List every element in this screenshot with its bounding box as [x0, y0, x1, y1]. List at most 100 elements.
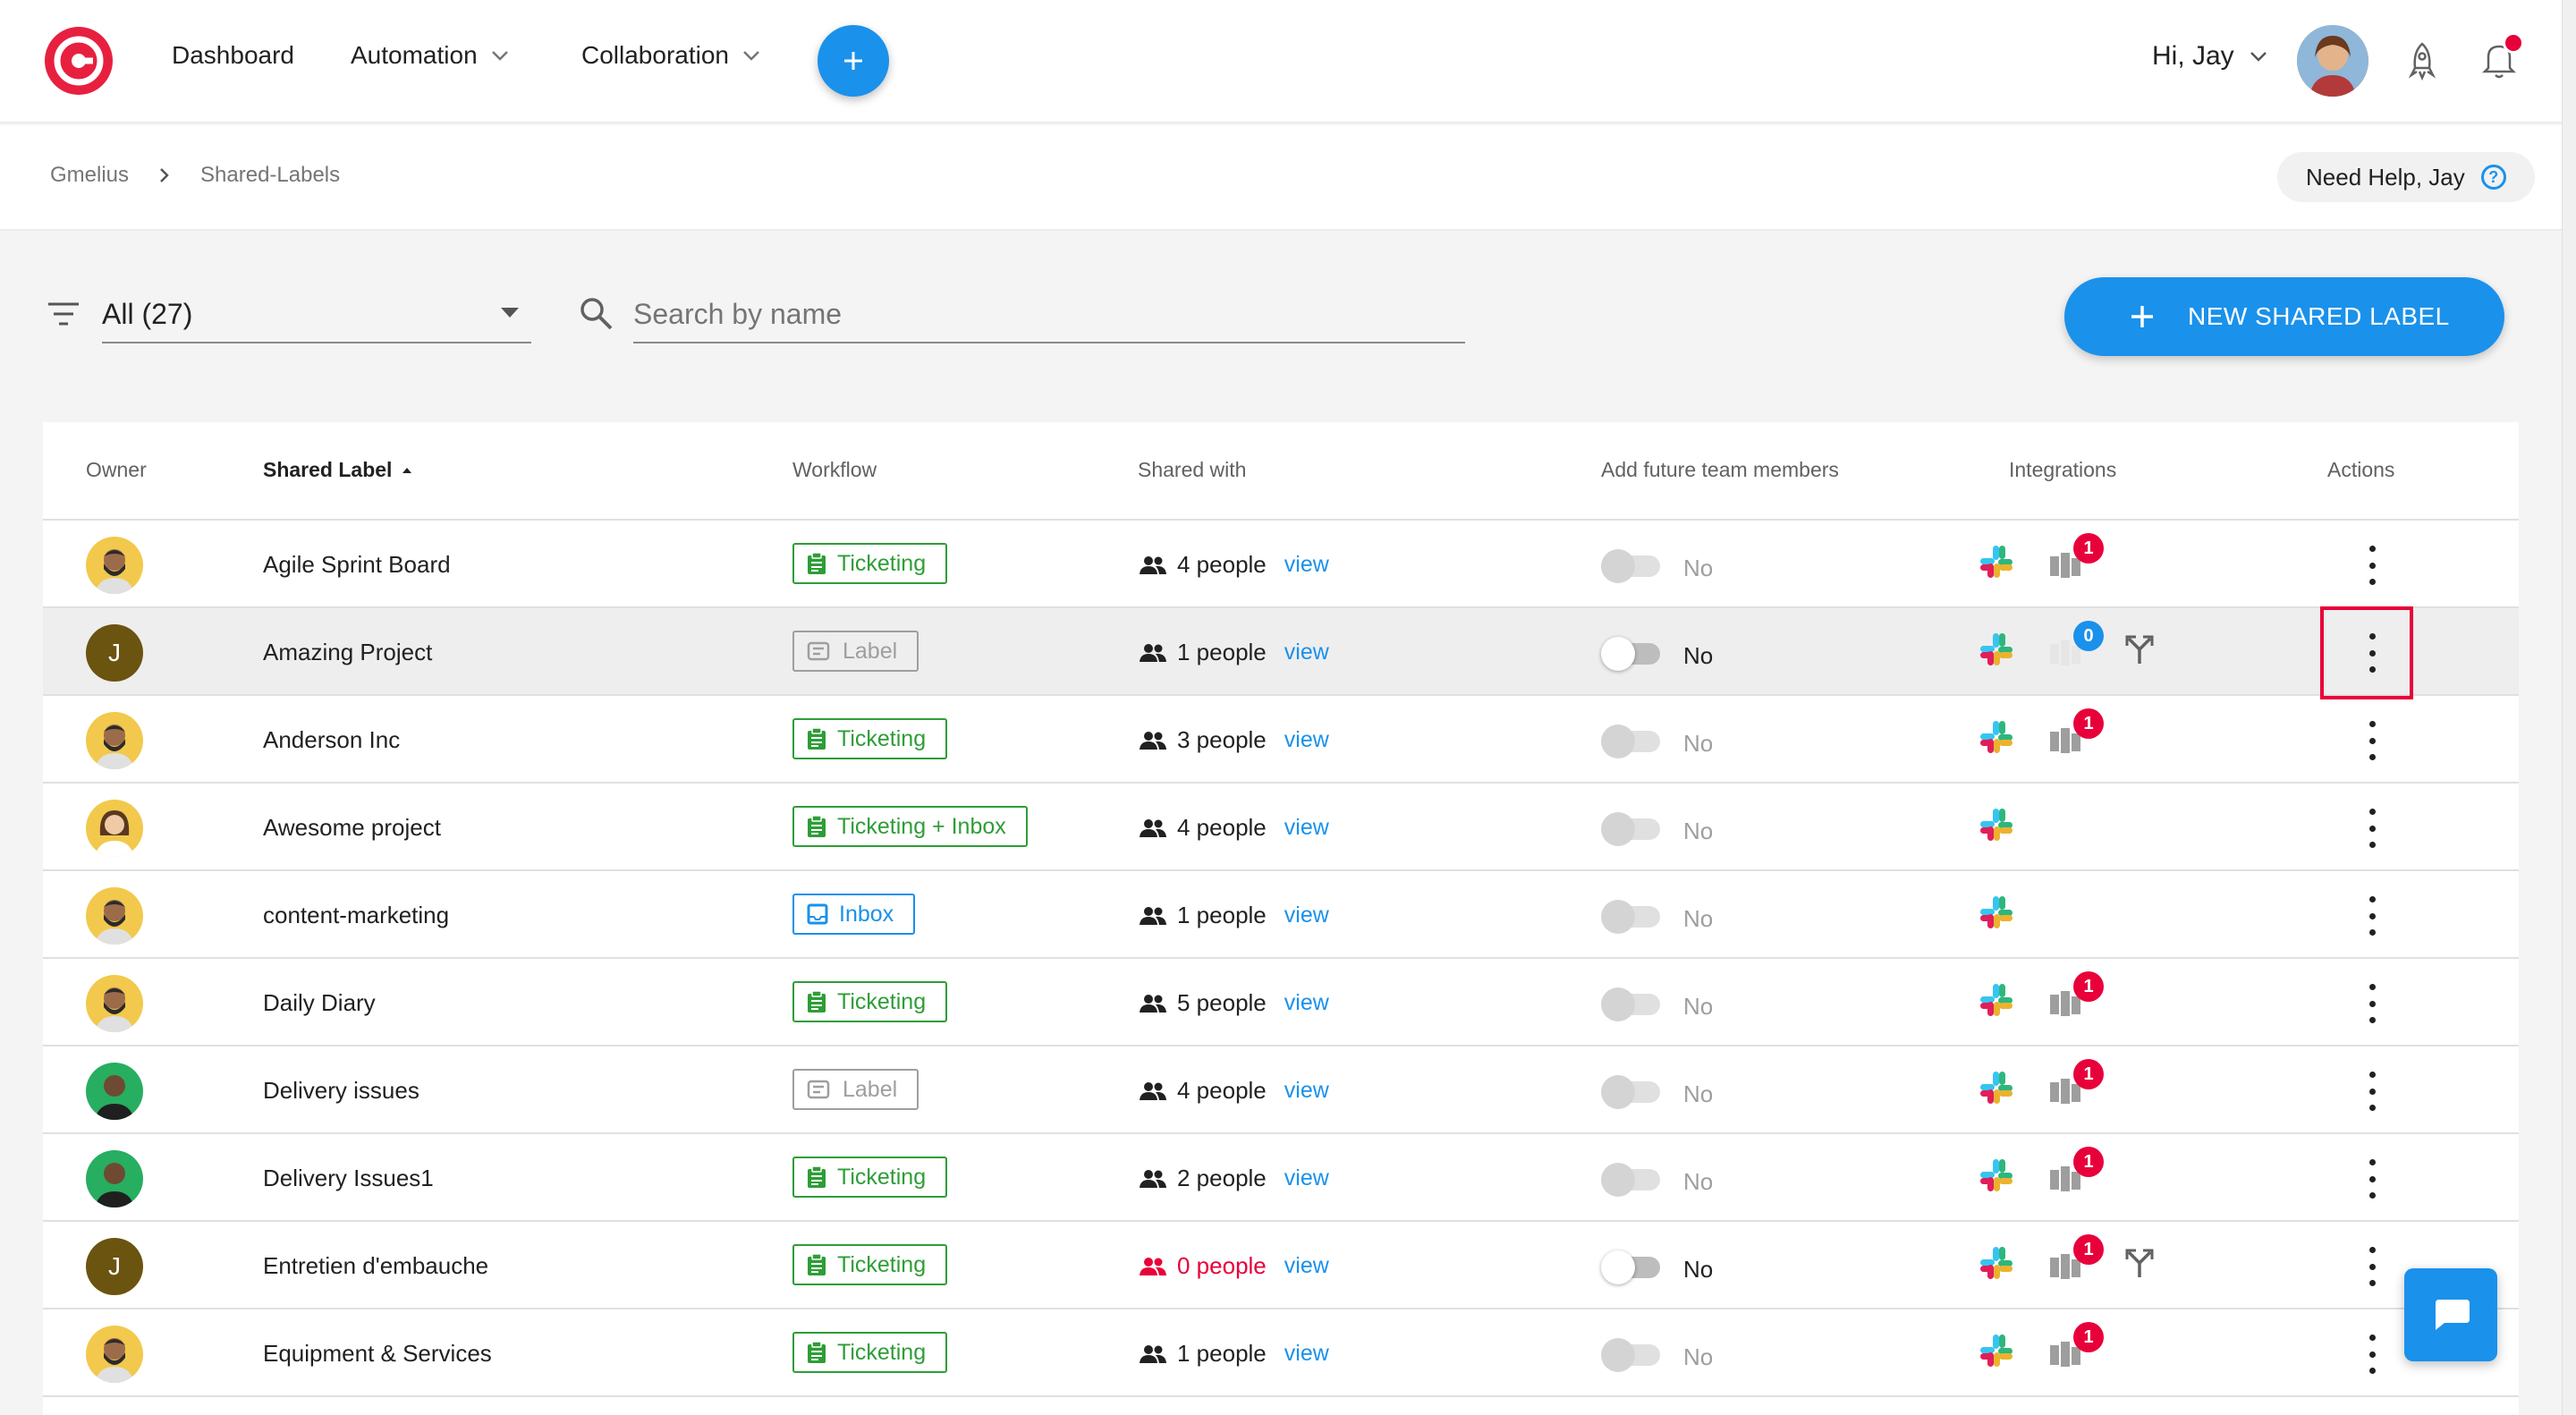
row-actions-menu-icon[interactable] — [2354, 896, 2390, 936]
new-shared-label-button[interactable]: NEW SHARED LABEL — [2064, 277, 2504, 356]
shared-label-name[interactable]: Delivery Issues1 — [263, 1165, 434, 1192]
merge-integration[interactable] — [2122, 1245, 2157, 1285]
row-actions-menu-icon[interactable] — [2354, 1335, 2390, 1374]
view-people-link[interactable]: view — [1284, 990, 1329, 1016]
nav-collaboration[interactable]: Collaboration — [581, 41, 763, 70]
row-actions-menu-icon[interactable] — [2354, 984, 2390, 1023]
user-avatar[interactable] — [2297, 25, 2368, 97]
view-people-link[interactable]: view — [1284, 552, 1329, 578]
breadcrumb-root[interactable]: Gmelius — [50, 163, 129, 188]
shared-label-name[interactable]: Awesome project — [263, 814, 441, 842]
add-future-members-toggle[interactable] — [1601, 1163, 1665, 1197]
view-people-link[interactable]: view — [1284, 1165, 1329, 1191]
table-row[interactable]: J Amazing Project Label 1 people view No 0 — [43, 608, 2519, 696]
workflow-tag: Inbox — [792, 894, 916, 935]
shared-label-name[interactable]: content-marketing — [263, 902, 449, 929]
add-future-members-toggle[interactable] — [1601, 987, 1665, 1021]
merge-integration[interactable] — [2122, 631, 2157, 672]
view-people-link[interactable]: view — [1284, 815, 1329, 841]
filter-icon[interactable] — [47, 301, 80, 327]
workflow-tag: Ticketing — [792, 1157, 948, 1198]
table-row[interactable]: Daily Diary Ticketing 5 people view No 1 — [43, 959, 2519, 1046]
view-people-link[interactable]: view — [1284, 727, 1329, 753]
slack-integration[interactable] — [1979, 894, 2014, 935]
slack-icon — [1980, 1247, 2012, 1279]
scrollbar[interactable] — [2562, 0, 2576, 1415]
gmelius-logo[interactable] — [45, 27, 113, 95]
slack-integration[interactable] — [1979, 544, 2014, 584]
slack-integration[interactable] — [1979, 1157, 2014, 1198]
slack-integration[interactable] — [1979, 1333, 2014, 1373]
quick-add-button[interactable] — [818, 25, 889, 97]
view-people-link[interactable]: view — [1284, 1078, 1329, 1104]
add-future-members-toggle[interactable] — [1601, 812, 1665, 846]
rocket-icon[interactable] — [2408, 41, 2436, 80]
slack-integration[interactable] — [1979, 631, 2014, 672]
table-row[interactable]: Equipment & Services Ticketing 1 people vie… — [43, 1309, 2519, 1397]
plus-icon — [2131, 306, 2153, 327]
view-people-link[interactable]: view — [1284, 902, 1329, 928]
nav-automation[interactable]: Automation — [351, 41, 512, 70]
need-help-button[interactable]: Need Help, Jay ? — [2277, 152, 2535, 202]
view-people-link[interactable]: view — [1284, 1253, 1329, 1279]
row-actions-menu-icon[interactable] — [2354, 1247, 2390, 1286]
shared-label-name[interactable]: Anderson Inc — [263, 726, 400, 754]
slack-integration[interactable] — [1979, 719, 2014, 759]
user-menu[interactable]: Hi, Jay — [2152, 41, 2270, 72]
shared-label-name[interactable]: Delivery issues — [263, 1077, 419, 1105]
shared-with: 5 people view — [1140, 989, 1329, 1017]
people-icon — [1140, 1257, 1166, 1275]
row-actions-menu-icon[interactable] — [2354, 546, 2390, 585]
table-row[interactable]: content-marketing Inbox 1 people view No — [43, 871, 2519, 959]
ticket-clipboard-icon — [808, 727, 826, 750]
view-people-link[interactable]: view — [1284, 1341, 1329, 1367]
shared-label-name[interactable]: Amazing Project — [263, 639, 432, 666]
table-row[interactable]: Delivery Issues1 Ticketing 2 people view No 1 — [43, 1134, 2519, 1222]
row-actions-menu-icon[interactable] — [2354, 721, 2390, 760]
search-input[interactable] — [633, 286, 1465, 343]
integration-count: 1 — [2083, 1063, 2094, 1084]
slack-integration[interactable] — [1979, 982, 2014, 1022]
row-actions-menu-icon[interactable] — [2354, 809, 2390, 848]
ticket-clipboard-icon — [808, 1253, 826, 1275]
need-help-label: Need Help, Jay — [2306, 163, 2465, 191]
table-row[interactable]: Awesome project Ticketing + Inbox 4 people… — [43, 784, 2519, 871]
add-future-members-toggle[interactable] — [1601, 549, 1665, 583]
chat-widget-button[interactable] — [2404, 1268, 2497, 1361]
row-actions-menu-icon[interactable] — [2354, 1072, 2390, 1111]
shared-label-name[interactable]: Entretien d'embauche — [263, 1252, 488, 1280]
table-row[interactable]: Anderson Inc Ticketing 3 people view No 1 — [43, 696, 2519, 784]
shared-label-name[interactable]: Equipment & Services — [263, 1340, 492, 1368]
nav-dashboard[interactable]: Dashboard — [172, 41, 294, 70]
add-future-members-toggle[interactable] — [1601, 900, 1665, 934]
row-actions-menu-icon[interactable] — [2354, 1159, 2390, 1199]
add-future-members-toggle[interactable] — [1601, 724, 1665, 758]
add-future-members-toggle[interactable] — [1601, 1250, 1665, 1284]
shared-label-name[interactable]: Agile Sprint Board — [263, 551, 451, 579]
slack-icon — [1980, 809, 2012, 841]
slack-integration[interactable] — [1979, 1070, 2014, 1110]
slack-integration[interactable] — [1979, 807, 2014, 847]
workflow-tag: Ticketing — [792, 981, 948, 1022]
breadcrumb-bar: Gmelius Shared-Labels Need Help, Jay ? — [0, 125, 2562, 231]
add-future-members-toggle[interactable] — [1601, 637, 1665, 671]
toggle-thumb — [1601, 900, 1635, 934]
people-count: 4 people — [1177, 551, 1267, 578]
owner-avatar — [86, 887, 143, 945]
add-future-members-toggle[interactable] — [1601, 1075, 1665, 1109]
chevron-right-icon — [160, 168, 169, 182]
shared-label-name[interactable]: Daily Diary — [263, 989, 376, 1017]
workflow-tag: Ticketing — [792, 1244, 948, 1285]
label-filter-select[interactable]: All (27) — [102, 286, 531, 343]
col-shared-label[interactable]: Shared Label — [263, 458, 413, 482]
table-row[interactable]: Agile Sprint Board Ticketing 4 people view N… — [43, 521, 2519, 608]
toggle-thumb — [1601, 1250, 1635, 1284]
owner-avatar: J — [86, 1238, 143, 1295]
table-row[interactable]: J Entretien d'embauche Ticketing 0 people vi… — [43, 1222, 2519, 1309]
ticket-clipboard-icon — [808, 990, 826, 1013]
people-icon — [1140, 1169, 1166, 1188]
slack-integration[interactable] — [1979, 1245, 2014, 1285]
table-row[interactable]: Delivery issues Label 4 people view No 1 — [43, 1046, 2519, 1134]
view-people-link[interactable]: view — [1284, 640, 1329, 665]
add-future-members-toggle[interactable] — [1601, 1338, 1665, 1372]
